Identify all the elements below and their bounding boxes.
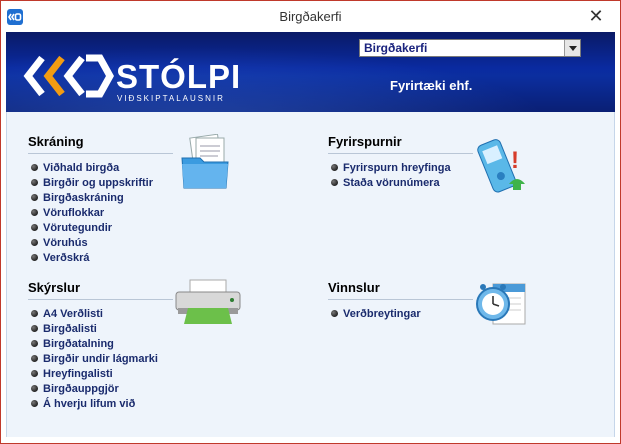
menu-item[interactable]: Birgðalisti xyxy=(28,321,173,336)
menu-item[interactable]: Birgðatalning xyxy=(28,336,173,351)
chevron-down-icon[interactable] xyxy=(564,40,580,56)
menu-link[interactable]: Birgðauppgjör xyxy=(43,383,119,395)
app-window: Birgðakerfi ✕ STÓLPI VIÐSKIPTALAUSNIR Bi… xyxy=(0,0,621,444)
menu-item[interactable]: Birgðauppgjör xyxy=(28,381,173,396)
menu-item[interactable]: Verðbreytingar xyxy=(328,306,473,321)
window-title: Birgðakerfi xyxy=(279,9,342,24)
clock-calendar-icon xyxy=(473,278,529,333)
menu-link[interactable]: Birgðaskráning xyxy=(43,192,124,204)
section-fyrirspurnir: Fyrirspurnir Fyrirspurn hreyfinga Staða … xyxy=(328,134,473,190)
company-name: Fyrirtæki ehf. xyxy=(390,78,473,93)
menu-link[interactable]: Birgðalisti xyxy=(43,323,97,335)
brand-tagline: VIÐSKIPTALAUSNIR xyxy=(117,94,225,103)
menu-link[interactable]: Vöruflokkar xyxy=(43,207,104,219)
bullet-icon xyxy=(31,310,38,317)
section-skraning: Skráning Viðhald birgða Birgðir og uppsk… xyxy=(28,134,173,265)
header-banner: STÓLPI VIÐSKIPTALAUSNIR Birgðakerfi Fyri… xyxy=(6,32,615,112)
stolpi-logo-icon xyxy=(20,54,115,103)
menu-link[interactable]: Hreyfingalisti xyxy=(43,368,113,380)
menu-item[interactable]: Birgðir og uppskriftir xyxy=(28,175,173,190)
menu-item[interactable]: Staða vörunúmera xyxy=(328,175,473,190)
menu-link[interactable]: Vöruhús xyxy=(43,237,88,249)
section-title-skyrslur: Skýrslur xyxy=(28,280,81,295)
bullet-icon xyxy=(31,355,38,362)
bullet-icon xyxy=(31,325,38,332)
phone-question-icon: ! xyxy=(471,134,531,203)
menu-link[interactable]: Birgðatalning xyxy=(43,338,114,350)
main-menu-panel: Skráning Viðhald birgða Birgðir og uppsk… xyxy=(6,112,615,437)
menu-link[interactable]: Verðskrá xyxy=(43,252,89,264)
bullet-icon xyxy=(31,224,38,231)
bullet-icon xyxy=(31,209,38,216)
bullet-icon xyxy=(331,310,338,317)
menu-link[interactable]: Staða vörunúmera xyxy=(343,177,440,189)
menu-item[interactable]: Vöruhús xyxy=(28,235,173,250)
system-select[interactable]: Birgðakerfi xyxy=(359,39,581,57)
menu-item[interactable]: Birgðir undir lágmarki xyxy=(28,351,173,366)
menu-item[interactable]: Vörutegundir xyxy=(28,220,173,235)
bullet-icon xyxy=(31,179,38,186)
system-select-value: Birgðakerfi xyxy=(364,41,428,55)
section-title-vinnslur: Vinnslur xyxy=(328,280,380,295)
menu-item[interactable]: Hreyfingalisti xyxy=(28,366,173,381)
bullet-icon xyxy=(331,164,338,171)
section-title-skraning: Skráning xyxy=(28,134,84,149)
menu-link[interactable]: Birgðir og uppskriftir xyxy=(43,177,153,189)
menu-link[interactable]: Birgðir undir lágmarki xyxy=(43,353,158,365)
menu-item[interactable]: Viðhald birgða xyxy=(28,160,173,175)
menu-item[interactable]: Á hverju lifum við xyxy=(28,396,173,411)
printer-icon xyxy=(174,278,242,331)
menu-link[interactable]: Fyrirspurn hreyfinga xyxy=(343,162,451,174)
bullet-icon xyxy=(31,239,38,246)
menu-item[interactable]: Fyrirspurn hreyfinga xyxy=(328,160,473,175)
menu-item[interactable]: A4 Verðlisti xyxy=(28,306,173,321)
menu-item[interactable]: Vöruflokkar xyxy=(28,205,173,220)
bullet-icon xyxy=(31,370,38,377)
menu-item[interactable]: Birgðaskráning xyxy=(28,190,173,205)
menu-link[interactable]: Á hverju lifum við xyxy=(43,398,135,410)
bullet-icon xyxy=(31,400,38,407)
menu-link[interactable]: A4 Verðlisti xyxy=(43,308,103,320)
svg-text:!: ! xyxy=(511,147,519,174)
bullet-icon xyxy=(31,254,38,261)
bullet-icon xyxy=(31,340,38,347)
brand-name: STÓLPI xyxy=(116,58,242,95)
close-icon[interactable]: ✕ xyxy=(586,5,606,27)
bullet-icon xyxy=(331,179,338,186)
documents-folder-icon xyxy=(180,133,232,195)
menu-item[interactable]: Verðskrá xyxy=(28,250,173,265)
section-skyrslur: Skýrslur A4 Verðlisti Birgðalisti Birgða… xyxy=(28,280,173,411)
bullet-icon xyxy=(31,194,38,201)
bullet-icon xyxy=(31,385,38,392)
menu-link[interactable]: Vörutegundir xyxy=(43,222,112,234)
bullet-icon xyxy=(31,164,38,171)
menu-link[interactable]: Viðhald birgða xyxy=(43,162,119,174)
title-bar[interactable]: Birgðakerfi ✕ xyxy=(1,1,620,32)
section-title-fyrirspurnir: Fyrirspurnir xyxy=(328,134,402,149)
menu-link[interactable]: Verðbreytingar xyxy=(343,308,421,320)
section-vinnslur: Vinnslur Verðbreytingar xyxy=(328,280,473,321)
